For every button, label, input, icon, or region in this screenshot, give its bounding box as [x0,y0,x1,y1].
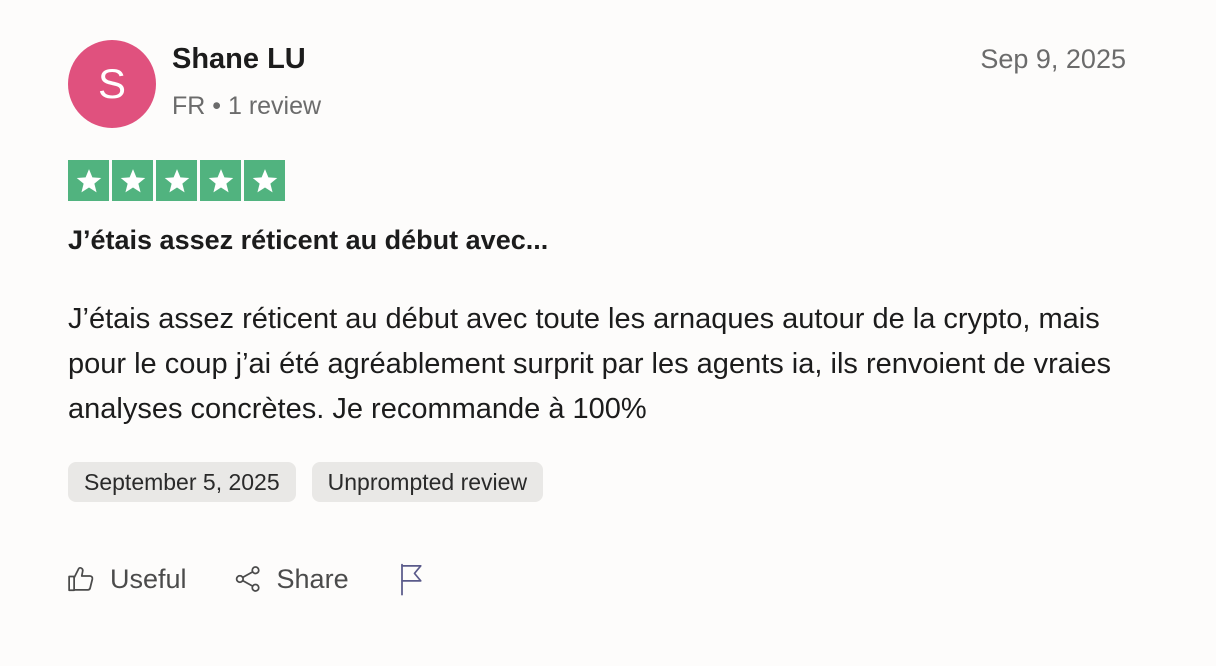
review-actions: Useful Share [66,562,427,596]
unprompted-review-badge[interactable]: Unprompted review [311,462,544,502]
review-body: J’étais assez réticent au début avec tou… [68,303,1111,425]
report-button[interactable] [397,562,427,596]
review-title[interactable]: J’étais assez réticent au début avec... [68,225,548,256]
reviewer-meta: FR • 1 review [172,92,322,120]
share-icon [233,564,263,594]
review-date: Sep 9, 2025 [980,44,1126,74]
reviewer-name[interactable]: Shane LU [172,43,306,76]
avatar: S [68,40,156,128]
star-icon [244,160,285,201]
star-rating [68,160,285,201]
share-label: Share [276,563,349,594]
experience-date-badge: September 5, 2025 [68,462,296,502]
thumbs-up-icon [66,564,96,594]
useful-label: Useful [110,563,187,594]
star-icon [156,160,197,201]
star-icon [200,160,241,201]
star-icon [68,160,109,201]
share-button[interactable]: Share [233,564,349,595]
review-tags: September 5, 2025 Unprompted review [68,462,544,502]
avatar-initial: S [97,60,126,107]
star-icon [112,160,153,201]
flag-icon [397,562,427,596]
useful-button[interactable]: Useful [66,564,187,595]
